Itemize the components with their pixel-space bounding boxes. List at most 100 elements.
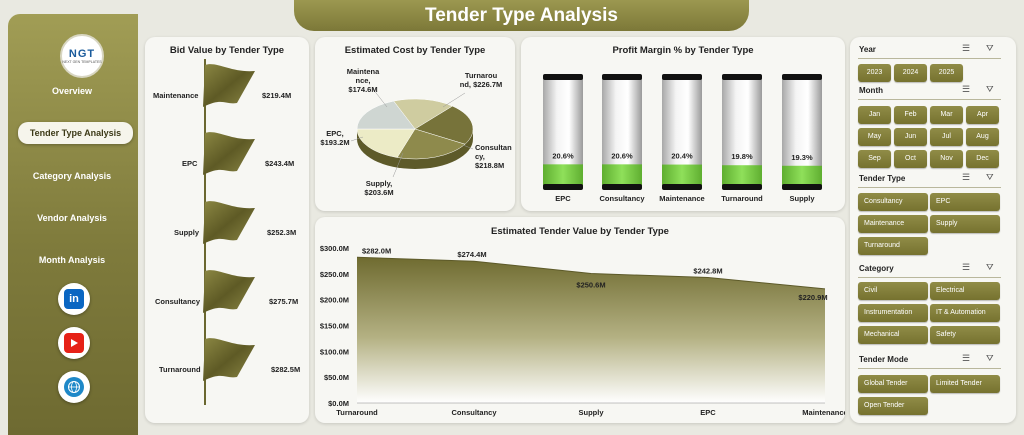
filter-month-jun[interactable]: Jun: [894, 128, 927, 146]
margin-category-label: Consultancy: [599, 194, 645, 203]
x-tick-label: Supply: [578, 408, 604, 417]
linkedin-button[interactable]: in: [58, 283, 90, 315]
filter-category-it-automation[interactable]: IT & Automation: [930, 304, 1000, 322]
y-tick-label: $250.0M: [320, 270, 349, 279]
filter-year-2024[interactable]: 2024: [894, 64, 927, 82]
filter-year-2023[interactable]: 2023: [858, 64, 891, 82]
sidebar-item-month-analysis[interactable]: Month Analysis: [10, 249, 134, 271]
filter-divider: [858, 99, 1001, 100]
filter-month-may[interactable]: May: [858, 128, 891, 146]
profit-margin-chart: 20.6% EPC 20.6% Consultancy 20.4% Maintenance…: [543, 74, 822, 203]
pie-label-supply: Supply, $203.6M: [364, 179, 394, 197]
margin-value-label: 19.3%: [791, 153, 813, 162]
filter-month-jan[interactable]: Jan: [858, 106, 891, 124]
sidebar-item-vendor-analysis[interactable]: Vendor Analysis: [10, 207, 134, 229]
bid-value-label: $282.5M: [271, 365, 301, 374]
clear-filter-icon[interactable]: ⛛: [986, 262, 994, 273]
margin-fill-bar: [602, 164, 642, 187]
filter-tender-type-consultancy[interactable]: Consultancy: [858, 193, 928, 211]
margin-category-label: EPC: [555, 194, 571, 203]
y-tick-label: $200.0M: [320, 296, 349, 305]
margin-fill-bar: [722, 165, 762, 187]
pie-label-maintenance: Maintena nce, $174.6M: [346, 67, 380, 94]
area-data-label: $242.8M: [693, 267, 722, 276]
multi-select-icon[interactable]: ☰: [962, 172, 970, 183]
filter-title-category: Category: [859, 264, 894, 273]
filter-divider: [858, 277, 1001, 278]
margin-tube-base: [722, 184, 762, 190]
filter-tender-mode-limited-tender[interactable]: Limited Tender: [930, 375, 1000, 393]
margin-category-label: Supply: [789, 194, 815, 203]
sidebar-item-tender-type-analysis[interactable]: Tender Type Analysis: [18, 122, 133, 144]
pie-leader-line: [442, 92, 466, 108]
filter-month-feb[interactable]: Feb: [894, 106, 927, 124]
margin-tube-cap: [782, 74, 822, 80]
filter-tender-type-turnaround[interactable]: Turnaround: [858, 237, 928, 255]
website-button[interactable]: [58, 371, 90, 403]
area-data-label: $220.9M: [798, 293, 827, 302]
margin-category-label: Maintenance: [659, 194, 704, 203]
multi-select-icon[interactable]: ☰: [962, 262, 970, 273]
clear-filter-icon[interactable]: ⛛: [986, 172, 994, 183]
margin-tube-base: [602, 184, 642, 190]
filter-category-civil[interactable]: Civil: [858, 282, 928, 300]
margin-tube-base: [782, 184, 822, 190]
clear-filter-icon[interactable]: ⛛: [986, 353, 994, 364]
margin-tube-cap: [722, 74, 762, 80]
y-tick-label: $300.0M: [320, 244, 349, 253]
logo-subtext: NEXT GEN TEMPLATES: [62, 60, 102, 64]
filter-month-oct[interactable]: Oct: [894, 150, 927, 168]
bid-flag-bar: [203, 270, 255, 313]
filter-divider: [858, 58, 1001, 59]
x-tick-label: Turnaround: [336, 408, 378, 417]
clear-filter-icon[interactable]: ⛛: [986, 43, 994, 54]
bid-category-label: Turnaround: [159, 365, 201, 374]
youtube-button[interactable]: [58, 327, 90, 359]
multi-select-icon[interactable]: ☰: [962, 43, 970, 54]
estimated-cost-pie: [350, 88, 474, 178]
x-tick-label: Consultancy: [451, 408, 497, 417]
bid-flag-bar: [203, 338, 255, 381]
y-tick-label: $0.0M: [328, 399, 349, 408]
filter-month-mar[interactable]: Mar: [930, 106, 963, 124]
clear-filter-icon[interactable]: ⛛: [986, 84, 994, 95]
bid-value-label: $219.4M: [262, 91, 292, 100]
area-data-label: $282.0M: [362, 246, 391, 255]
y-tick-label: $100.0M: [320, 347, 349, 356]
filter-tender-type-maintenance[interactable]: Maintenance: [858, 215, 928, 233]
filter-category-electrical[interactable]: Electrical: [930, 282, 1000, 300]
filter-tender-type-epc[interactable]: EPC: [930, 193, 1000, 211]
filter-month-aug[interactable]: Aug: [966, 128, 999, 146]
filter-tender-mode-global-tender[interactable]: Global Tender: [858, 375, 928, 393]
linkedin-icon: in: [64, 289, 84, 309]
pie-label-epc: EPC, $193.2M: [320, 129, 350, 147]
margin-tube-base: [543, 184, 583, 190]
filter-month-nov[interactable]: Nov: [930, 150, 963, 168]
filter-month-dec[interactable]: Dec: [966, 150, 999, 168]
bid-category-label: Consultancy: [155, 297, 201, 306]
filter-category-instrumentation[interactable]: Instrumentation: [858, 304, 928, 322]
bid-flag-bar: [203, 201, 255, 244]
filter-year-2025[interactable]: 2025: [930, 64, 963, 82]
filter-category-mechanical[interactable]: Mechanical: [858, 326, 928, 344]
margin-tube-cap: [602, 74, 642, 80]
sidebar-item-category-analysis[interactable]: Category Analysis: [10, 165, 134, 187]
filter-month-jul[interactable]: Jul: [930, 128, 963, 146]
filter-month-sep[interactable]: Sep: [858, 150, 891, 168]
filter-tender-mode-open-tender[interactable]: Open Tender: [858, 397, 928, 415]
margin-value-label: 20.4%: [671, 152, 693, 161]
page-title: Tender Type Analysis: [294, 0, 749, 31]
area-data-label: $250.6M: [576, 281, 605, 290]
multi-select-icon[interactable]: ☰: [962, 353, 970, 364]
bid-value-label: $275.7M: [269, 297, 299, 306]
filter-tender-type-supply[interactable]: Supply: [930, 215, 1000, 233]
pie-label-consultancy: Consultan cy, $218.8M: [475, 143, 512, 170]
logo-text: NGT: [68, 48, 96, 60]
y-tick-label: $150.0M: [320, 322, 349, 331]
filter-category-safety[interactable]: Safety: [930, 326, 1000, 344]
multi-select-icon[interactable]: ☰: [962, 84, 970, 95]
filter-title-tender-type: Tender Type: [859, 174, 906, 183]
filter-month-apr[interactable]: Apr: [966, 106, 999, 124]
sidebar-item-overview[interactable]: Overview: [10, 80, 134, 102]
area-data-label: $274.4M: [457, 250, 486, 259]
